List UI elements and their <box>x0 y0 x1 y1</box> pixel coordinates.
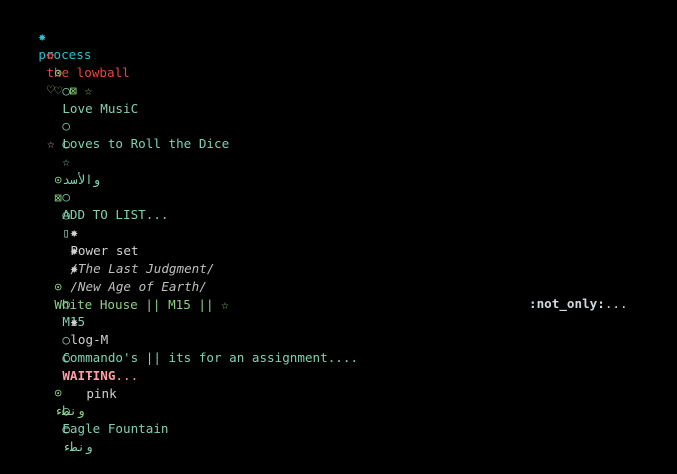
group4-heading[interactable]: ⊙ ونطء <box>24 366 84 418</box>
list-item[interactable]: - pink <box>56 349 116 401</box>
circle-bullet-icon: ○ <box>62 421 70 436</box>
group2-heading[interactable]: ⊙ ⊠ <box>24 153 62 205</box>
outline-child[interactable]: ✿ the lowball <box>16 28 129 80</box>
list-item[interactable]: ○ Love MusiC <box>32 64 138 116</box>
list-item[interactable]: ✸ Power set <box>40 206 138 258</box>
heart-icon: ♡ <box>47 82 55 97</box>
waiting-ellipsis: ... <box>115 368 139 383</box>
list-item[interactable]: ○ ونطء <box>32 402 92 454</box>
group3-heading[interactable]: ⊙ White House || M15 || ☆ <box>24 260 228 312</box>
circle-bullet-icon: ○ <box>62 136 70 151</box>
list-item[interactable]: ○ Commando's || its for an assignment...… <box>32 313 358 365</box>
item-roll-dice[interactable]: Loves to Roll the Dice <box>62 136 229 151</box>
item-arabic[interactable]: ونطء <box>62 439 92 454</box>
outline-root[interactable]: ✸ process <box>8 10 91 62</box>
item-eagle-fountain[interactable]: Eagle Fountain <box>62 421 168 436</box>
list-item[interactable]: ✸ /The Last Judgment/ <box>40 224 214 276</box>
list-item[interactable]: ✸ /New Age of Earth/ <box>40 242 206 294</box>
tag-key: :not_only: <box>529 296 605 311</box>
group1-heading[interactable]: ⊙ ♡ ⊠ ☆ <box>24 46 92 98</box>
item-new-age[interactable]: /New Age of Earth/ <box>70 279 206 294</box>
list-item[interactable]: ○ ADD TO LIST... <box>32 170 168 222</box>
circle-bullet-icon: ○ <box>62 83 70 98</box>
list-item[interactable]: ○ Eagle Fountain <box>32 384 168 436</box>
list-item[interactable]: ○ M15 <box>32 277 85 329</box>
list-item[interactable]: ○ Loves to Roll the Dice <box>32 99 229 151</box>
tag-ellipsis: ... <box>604 296 628 311</box>
list-item[interactable]: ○ ☆ والأسد <box>32 117 100 187</box>
dash-bullet-icon: - <box>86 368 94 383</box>
star-icon: ☆ <box>47 136 55 151</box>
list-item[interactable]: ○ WAITING... <box>32 331 138 383</box>
tag-not-only[interactable]: :not_only:... <box>529 295 628 313</box>
list-item[interactable]: ✸ log-M <box>40 295 108 347</box>
list-item[interactable]: ○ ▯ <box>32 188 70 240</box>
star-icon: ☆ <box>62 154 70 169</box>
